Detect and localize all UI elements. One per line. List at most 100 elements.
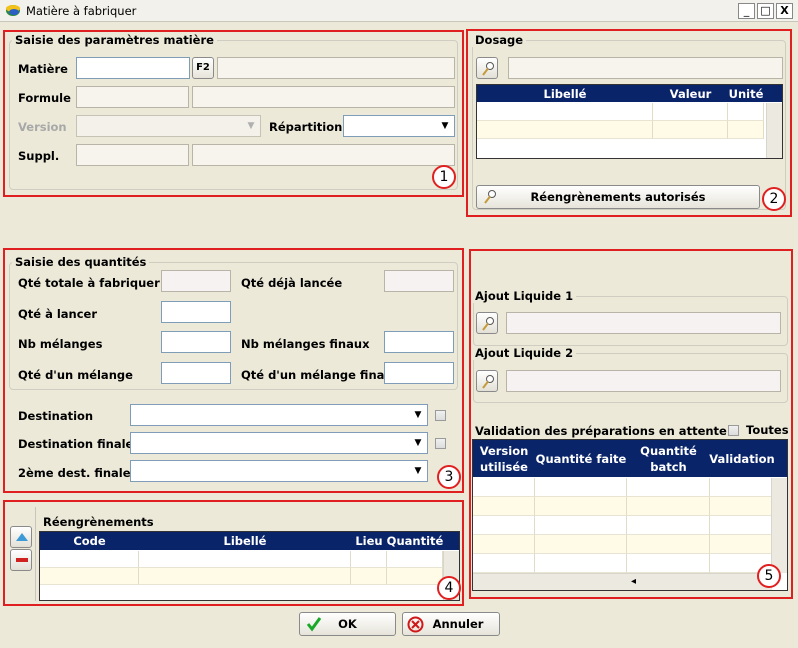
version-select: ▼ — [76, 115, 261, 137]
col-version-utilisee[interactable]: Version utilisée — [473, 440, 535, 477]
pin-icon — [484, 190, 496, 204]
matiere-label: Matière — [18, 62, 68, 76]
dosage-group-title: Dosage — [472, 33, 527, 47]
table-cell — [535, 478, 627, 497]
chevron-down-icon: ▼ — [441, 121, 449, 131]
nb-melanges-label: Nb mélanges — [18, 337, 103, 351]
validation-grid-header: Version utilisée Quantité faite Quantité… — [473, 440, 787, 477]
qte-totale-label: Qté totale à fabriquer — [18, 276, 160, 290]
col-lieu[interactable]: Lieu — [351, 532, 387, 550]
nb-melanges-finaux-input[interactable] — [384, 331, 454, 353]
table-row[interactable] — [473, 497, 535, 516]
dest2-select[interactable]: ▼ — [130, 460, 428, 482]
col-quantite-faite[interactable]: Quantité faite — [535, 440, 627, 477]
section-badge-2: 2 — [762, 187, 786, 211]
liquide2-title: Ajout Liquide 2 — [472, 346, 577, 360]
minus-icon — [16, 558, 28, 562]
toutes-checkbox[interactable] — [728, 425, 739, 436]
reengrenements-autorises-button[interactable]: Réengrènements autorisés — [476, 185, 760, 209]
table-cell — [710, 535, 772, 554]
destination-select[interactable]: ▼ — [130, 404, 428, 426]
matiere-input[interactable] — [76, 57, 190, 79]
col-code[interactable]: Code — [40, 532, 139, 550]
table-cell — [710, 497, 772, 516]
col-unite[interactable]: Unité — [728, 85, 764, 102]
table-cell — [139, 551, 351, 568]
scroll-left-arrow-icon[interactable]: ◂ — [631, 574, 636, 590]
col-quantite[interactable]: Quantité — [387, 532, 444, 550]
move-up-button[interactable] — [10, 526, 32, 548]
table-cell — [535, 535, 627, 554]
section-badge-5: 5 — [757, 564, 781, 588]
nb-melanges-input[interactable] — [161, 331, 231, 353]
validation-grid[interactable]: Version utilisée Quantité faite Quantité… — [472, 439, 788, 591]
validation-hscrollbar[interactable]: ◂ — [473, 573, 772, 590]
destination-checkbox[interactable] — [435, 410, 446, 421]
liquide1-title: Ajout Liquide 1 — [472, 289, 577, 303]
table-row[interactable] — [473, 478, 535, 497]
remove-button[interactable] — [10, 549, 32, 571]
maximize-button[interactable]: □ — [757, 3, 774, 19]
table-row[interactable] — [473, 554, 535, 573]
destination-finale-checkbox[interactable] — [435, 438, 446, 449]
col-valeur[interactable]: Valeur — [653, 85, 728, 102]
dosage-search-button[interactable] — [476, 57, 498, 79]
qte-lancer-input[interactable] — [161, 301, 231, 323]
formule-label: Formule — [18, 91, 71, 105]
table-cell — [627, 516, 710, 535]
col-quantite-batch[interactable]: Quantité batch — [627, 440, 710, 477]
quantites-group-title: Saisie des quantités — [12, 255, 150, 269]
ok-label: OK — [338, 617, 357, 631]
qte-melange-input[interactable] — [161, 362, 231, 384]
dosage-field — [508, 57, 783, 79]
table-cell — [728, 103, 764, 121]
title-bar: Matière à fabriquer _ □ X — [0, 0, 798, 22]
toutes-label: Toutes — [746, 423, 789, 437]
table-cell — [387, 568, 443, 585]
close-button[interactable]: X — [776, 3, 793, 19]
formule-description-field — [192, 86, 455, 108]
suppl-label: Suppl. — [18, 149, 60, 163]
table-row[interactable] — [477, 121, 653, 139]
table-cell — [728, 121, 764, 139]
reengrenements-grid[interactable]: Code Libellé Lieu Quantité — [39, 531, 460, 601]
reengrenements-autorises-label: Réengrènements autorisés — [530, 190, 706, 204]
destination-finale-select[interactable]: ▼ — [130, 432, 428, 454]
table-row[interactable] — [40, 551, 139, 568]
liquide2-field — [506, 370, 781, 392]
matiere-description-field — [217, 57, 455, 79]
col-libelle[interactable]: Libellé — [477, 85, 653, 102]
table-row[interactable] — [40, 568, 139, 585]
divider — [35, 507, 36, 601]
table-cell — [351, 551, 387, 568]
validation-vscrollbar[interactable] — [771, 478, 787, 573]
table-row[interactable] — [473, 535, 535, 554]
cancel-button[interactable]: Annuler — [402, 612, 500, 636]
liquide2-search-button[interactable] — [476, 370, 498, 392]
minimize-button[interactable]: _ — [738, 3, 755, 19]
col-validation[interactable]: Validation — [709, 440, 774, 477]
window-title: Matière à fabriquer — [26, 4, 137, 18]
table-row[interactable] — [477, 103, 653, 121]
suppl-field — [76, 144, 189, 166]
repartition-select[interactable]: ▼ — [343, 115, 455, 137]
liquide1-search-button[interactable] — [476, 312, 498, 334]
qte-melange-label: Qté d'un mélange — [18, 368, 133, 382]
formule-field — [76, 86, 189, 108]
chevron-down-icon: ▼ — [247, 121, 255, 131]
table-cell — [387, 551, 443, 568]
qte-deja-field — [384, 270, 454, 292]
table-cell — [535, 497, 627, 516]
dosage-scrollbar[interactable] — [766, 103, 782, 158]
f2-button[interactable]: F2 — [192, 57, 214, 79]
qte-melange-final-input[interactable] — [384, 362, 454, 384]
ok-button[interactable]: OK — [299, 612, 396, 636]
cancel-label: Annuler — [432, 617, 484, 631]
table-row[interactable] — [473, 516, 535, 535]
table-cell — [710, 516, 772, 535]
dosage-grid[interactable]: Libellé Valeur Unité — [476, 84, 783, 159]
destination-label: Destination — [18, 409, 94, 423]
qte-melange-final-label: Qté d'un mélange final — [241, 368, 389, 382]
table-cell — [627, 478, 710, 497]
col-libelle[interactable]: Libellé — [139, 532, 351, 550]
